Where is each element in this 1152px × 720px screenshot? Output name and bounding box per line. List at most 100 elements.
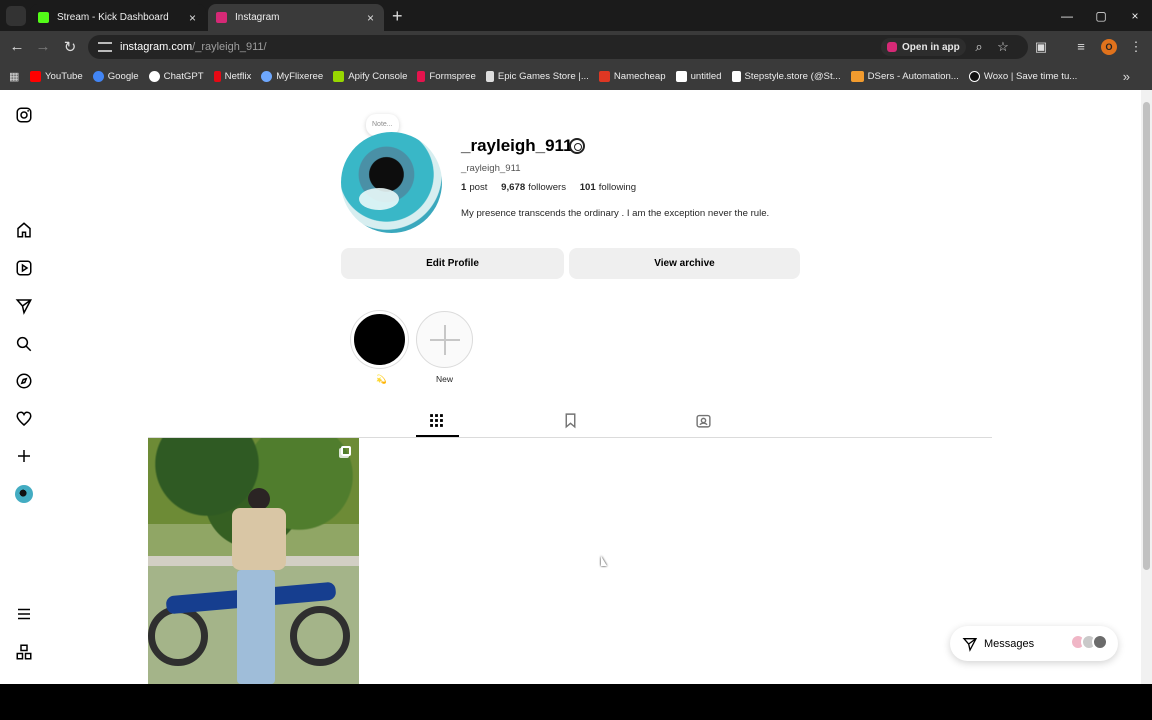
google-icon <box>92 71 104 82</box>
browser-chrome: Stream - Kick Dashboard × Instagram × + … <box>0 0 1152 90</box>
posts-label: post <box>469 182 488 193</box>
search-icon[interactable] <box>15 335 33 353</box>
minimize-icon[interactable]: — <box>1050 0 1084 31</box>
post-image-person-head <box>248 488 270 510</box>
site-info-icon[interactable] <box>98 42 112 52</box>
profile-stats: 1 post 9,678 followers 101 following <box>461 182 636 193</box>
tab-kick-dashboard[interactable]: Stream - Kick Dashboard × <box>30 4 206 31</box>
create-plus-icon[interactable] <box>15 447 33 465</box>
notifications-heart-icon[interactable] <box>15 410 33 428</box>
restore-icon[interactable]: ▢ <box>1084 0 1118 31</box>
profile-picture[interactable] <box>341 132 442 233</box>
messages-label: Messages <box>984 637 1035 650</box>
profile-username: _rayleigh_911 <box>461 136 573 155</box>
following-label[interactable]: following <box>599 182 636 193</box>
tab-strip: Stream - Kick Dashboard × Instagram × + … <box>0 0 1152 31</box>
chatgpt-icon <box>148 71 160 82</box>
bookmark-epic-games[interactable]: Epic Games Store |... <box>485 71 589 82</box>
close-tab-icon[interactable]: × <box>367 11 374 25</box>
instagram-profile-page: Note... _rayleigh_911 _rayleigh_911 1 pos… <box>0 90 1152 684</box>
post-image-person-jeans <box>237 570 275 684</box>
back-arrow-icon[interactable]: ← <box>8 38 26 55</box>
active-tab-indicator <box>416 435 459 437</box>
tagged-photos-tab-icon[interactable] <box>695 412 712 429</box>
page-scrollbar[interactable] <box>1141 90 1152 684</box>
media-controls-icon[interactable]: ≡ <box>1073 39 1089 54</box>
bookmarks-bar: ▦ YouTube Google ChatGPT Netflix MyFlixe… <box>0 63 1152 90</box>
settings-gear-icon[interactable] <box>569 138 585 154</box>
home-icon[interactable] <box>15 221 33 239</box>
reels-icon[interactable] <box>15 259 33 277</box>
new-highlight-label: New <box>436 374 454 384</box>
bookmark-star-icon[interactable]: ☆ <box>995 39 1011 55</box>
bookmark-google[interactable]: Google <box>92 71 139 82</box>
post-thumbnail[interactable] <box>148 438 359 684</box>
profile-avatar[interactable]: O <box>1101 39 1117 55</box>
messages-button[interactable]: Messages <box>950 626 1118 661</box>
bookmark-woxo[interactable]: Woxo | Save time tu... <box>968 71 1077 82</box>
post-image-wheel <box>290 606 350 666</box>
direct-messages-icon[interactable] <box>15 297 33 315</box>
bookmark-chatgpt[interactable]: ChatGPT <box>148 71 204 82</box>
extensions-puzzle-icon[interactable]: ▣ <box>1033 39 1049 55</box>
dsers-icon <box>850 71 864 82</box>
explore-compass-icon[interactable] <box>15 372 33 390</box>
untitled-icon <box>675 71 687 82</box>
bookmark-formspree[interactable]: Formspree <box>417 71 476 82</box>
following-count[interactable]: 101 <box>580 182 596 193</box>
profile-avatar-icon[interactable] <box>15 485 33 503</box>
new-highlight-button[interactable] <box>416 311 473 368</box>
bookmark-untitled[interactable]: untitled <box>675 71 722 82</box>
messages-avatar-stack <box>1070 634 1108 650</box>
reload-icon[interactable]: ↻ <box>61 38 79 56</box>
bookmark-dsers[interactable]: DSers - Automation... <box>850 71 959 82</box>
more-menu-icon[interactable]: ⋮ <box>1128 39 1144 55</box>
view-archive-button[interactable]: View archive <box>569 248 800 279</box>
tab-search-button[interactable] <box>6 6 26 26</box>
tab-instagram[interactable]: Instagram × <box>208 4 384 31</box>
woxo-icon <box>968 71 980 82</box>
bookmark-stepstyle[interactable]: Stepstyle.store (@St... <box>731 71 841 82</box>
instagram-logo-icon[interactable] <box>15 106 33 124</box>
x-icon <box>731 71 741 82</box>
saved-bookmark-tab-icon[interactable] <box>562 412 579 429</box>
threads-apps-icon[interactable] <box>15 643 33 661</box>
bookmarks-overflow-icon[interactable]: » <box>1123 69 1130 84</box>
bookmark-namecheap[interactable]: Namecheap <box>598 71 666 82</box>
close-tab-icon[interactable]: × <box>189 11 196 25</box>
messages-paper-plane-icon <box>962 637 978 652</box>
followers-count[interactable]: 9,678 <box>501 182 525 193</box>
url-domain: instagram.com <box>120 41 193 53</box>
bookmark-netflix[interactable]: Netflix <box>213 71 251 82</box>
bookmark-myflixeree[interactable]: MyFlixeree <box>261 71 323 82</box>
post-image-person-shirt <box>232 508 286 570</box>
edit-profile-button[interactable]: Edit Profile <box>341 248 564 279</box>
taskbar-strip <box>0 684 1152 720</box>
followers-label[interactable]: followers <box>528 182 566 193</box>
more-menu-icon[interactable] <box>15 605 33 623</box>
myflixeree-icon <box>261 71 273 82</box>
apps-grid-icon[interactable]: ▦ <box>0 70 30 83</box>
mouse-pointer-icon <box>601 556 607 566</box>
epic-games-icon <box>485 71 494 82</box>
bookmark-youtube[interactable]: YouTube <box>30 71 83 82</box>
carousel-multiple-icon <box>341 446 351 456</box>
story-highlight-1[interactable] <box>351 311 408 368</box>
zoom-search-icon[interactable]: ⌕ <box>971 39 987 55</box>
plus-icon <box>430 325 460 355</box>
namecheap-icon <box>598 71 610 82</box>
new-tab-plus-icon[interactable]: + <box>392 6 403 27</box>
posts-count: 1 <box>461 182 467 193</box>
posts-grid-tab-icon[interactable] <box>428 412 445 429</box>
youtube-icon <box>30 71 41 82</box>
scroll-thumb[interactable] <box>1143 102 1150 570</box>
open-in-app-button[interactable]: Open in app <box>881 38 966 56</box>
netflix-icon <box>213 71 221 82</box>
avatar <box>1092 634 1108 650</box>
instagram-sidebar <box>0 90 48 684</box>
bookmark-apify[interactable]: Apify Console <box>333 71 407 82</box>
window-controls: — ▢ × <box>1050 0 1152 31</box>
forward-arrow-icon[interactable]: → <box>34 38 52 55</box>
browser-toolbar: ← → ↻ instagram.com /_rayleigh_911/ Open… <box>0 31 1152 63</box>
close-window-icon[interactable]: × <box>1118 0 1152 31</box>
